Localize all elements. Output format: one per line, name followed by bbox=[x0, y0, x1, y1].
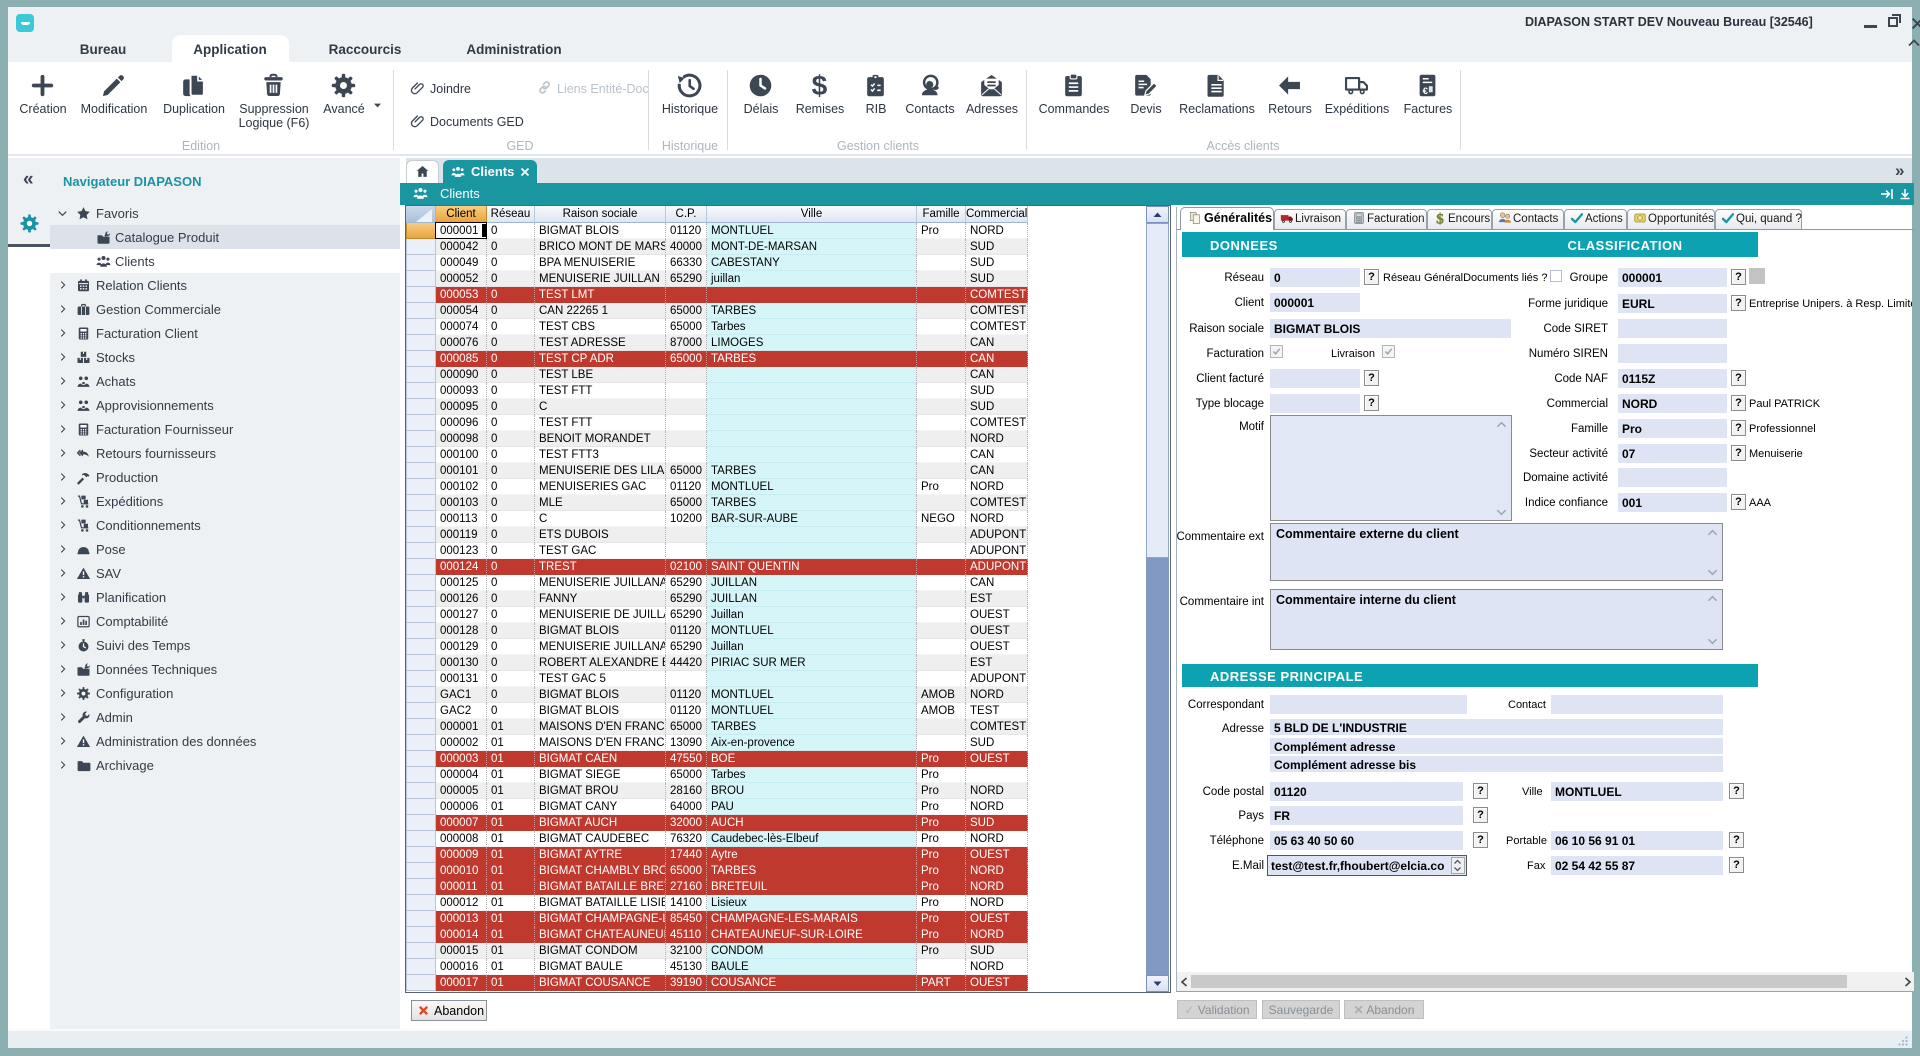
svg-text:$: $ bbox=[812, 72, 828, 99]
svg-text:$: $ bbox=[1436, 211, 1444, 225]
svg-text:€: € bbox=[1423, 86, 1429, 97]
